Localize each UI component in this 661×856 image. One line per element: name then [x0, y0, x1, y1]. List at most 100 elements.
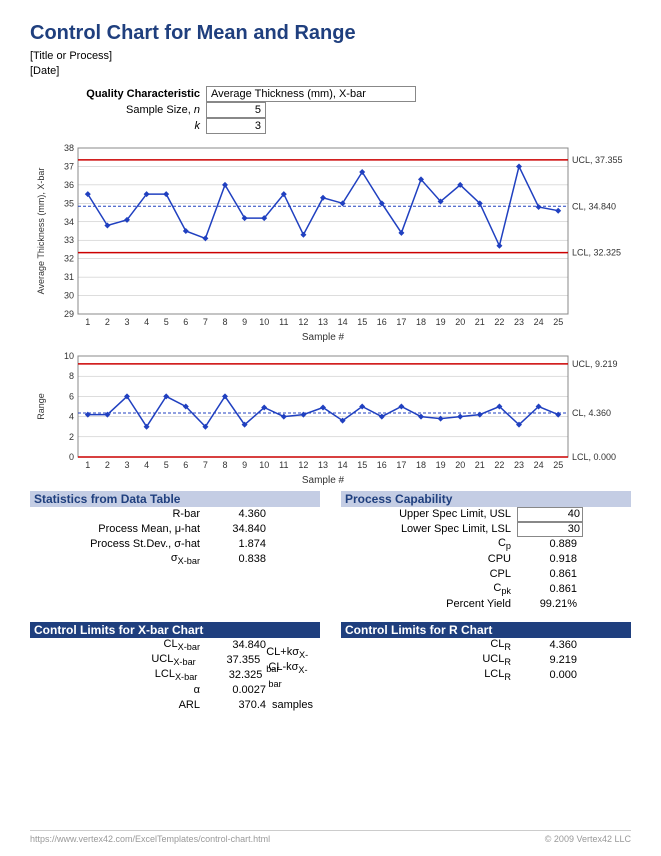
- n-input[interactable]: 5: [206, 102, 266, 118]
- svg-text:24: 24: [534, 460, 544, 470]
- svg-text:25: 25: [553, 317, 563, 327]
- svg-text:22: 22: [494, 460, 504, 470]
- svg-text:7: 7: [203, 460, 208, 470]
- stat-row: CLR4.360: [341, 638, 631, 653]
- svg-text:13: 13: [318, 460, 328, 470]
- stat-label: Lower Spec Limit, LSL: [341, 523, 517, 535]
- stat-label: R-bar: [30, 508, 206, 520]
- svg-text:23: 23: [514, 460, 524, 470]
- svg-text:18: 18: [416, 317, 426, 327]
- meta-block: [Title or Process] [Date]: [30, 49, 631, 80]
- svg-text:10: 10: [259, 317, 269, 327]
- stat-extra: samples: [266, 699, 313, 711]
- stat-row: CPU0.918: [341, 552, 631, 567]
- stat-label: ARL: [30, 699, 206, 711]
- svg-text:20: 20: [455, 460, 465, 470]
- svg-text:22: 22: [494, 317, 504, 327]
- input-table: Quality Characteristic Average Thickness…: [50, 86, 631, 134]
- svg-text:6: 6: [183, 460, 188, 470]
- footer: https://www.vertex42.com/ExcelTemplates/…: [30, 830, 631, 844]
- stat-value: 370.4: [206, 699, 266, 711]
- svg-text:6: 6: [69, 391, 74, 401]
- svg-text:17: 17: [396, 460, 406, 470]
- stat-value: 9.219: [517, 654, 577, 666]
- svg-text:Sample #: Sample #: [302, 475, 345, 485]
- svg-text:14: 14: [338, 317, 348, 327]
- svg-text:CL, 34.840: CL, 34.840: [572, 201, 616, 211]
- stat-row: Percent Yield99.21%: [341, 597, 631, 612]
- svg-text:CL, 4.360: CL, 4.360: [572, 408, 611, 418]
- stat-label: Process Mean, μ-hat: [30, 523, 206, 535]
- r-limits-header: Control Limits for R Chart: [341, 622, 631, 638]
- xbar-limits-header: Control Limits for X-bar Chart: [30, 622, 320, 638]
- svg-text:4: 4: [144, 460, 149, 470]
- stat-row: LCLR0.000: [341, 668, 631, 683]
- stat-label: CPL: [341, 568, 517, 580]
- svg-text:LCL, 0.000: LCL, 0.000: [572, 452, 616, 462]
- svg-text:19: 19: [436, 460, 446, 470]
- stat-extra: CL-kσX-bar: [262, 661, 320, 689]
- svg-text:24: 24: [534, 317, 544, 327]
- svg-text:33: 33: [64, 235, 74, 245]
- qc-input[interactable]: Average Thickness (mm), X-bar: [206, 86, 416, 102]
- n-label: Sample Size, n: [50, 104, 206, 116]
- stat-label: σX-bar: [30, 552, 206, 566]
- svg-text:3: 3: [124, 317, 129, 327]
- stat-row: Cp0.889: [341, 537, 631, 552]
- stat-value: 0.838: [206, 553, 266, 565]
- stat-label: Percent Yield: [341, 598, 517, 610]
- svg-text:16: 16: [377, 460, 387, 470]
- stat-value: 4.360: [206, 508, 266, 520]
- qc-label: Quality Characteristic: [50, 88, 206, 100]
- svg-text:5: 5: [164, 317, 169, 327]
- svg-text:2: 2: [69, 432, 74, 442]
- xbar-chart: 2930313233343536373812345678910111213141…: [30, 142, 631, 342]
- stat-row: σX-bar0.838: [30, 552, 320, 567]
- stat-value: 1.874: [206, 538, 266, 550]
- k-input[interactable]: 3: [206, 118, 266, 134]
- stat-value: 32.325: [203, 669, 262, 681]
- stat-row: Process St.Dev., σ-hat1.874: [30, 537, 320, 552]
- svg-text:14: 14: [338, 460, 348, 470]
- svg-text:3: 3: [124, 460, 129, 470]
- stat-value: 0.861: [517, 583, 577, 595]
- svg-text:1: 1: [85, 460, 90, 470]
- svg-text:8: 8: [222, 317, 227, 327]
- footer-url: https://www.vertex42.com/ExcelTemplates/…: [30, 834, 270, 844]
- stat-label: UCLR: [341, 653, 517, 667]
- stat-label: LCLR: [341, 668, 517, 682]
- stat-row: Upper Spec Limit, USL40: [341, 507, 631, 522]
- stat-label: CLX-bar: [30, 638, 206, 652]
- svg-text:2: 2: [105, 317, 110, 327]
- stat-value: 34.840: [206, 523, 266, 535]
- svg-text:20: 20: [455, 317, 465, 327]
- svg-text:25: 25: [553, 460, 563, 470]
- page-title: Control Chart for Mean and Range: [30, 22, 631, 45]
- svg-text:18: 18: [416, 460, 426, 470]
- k-label: k: [50, 120, 206, 132]
- svg-text:10: 10: [259, 460, 269, 470]
- svg-text:31: 31: [64, 272, 74, 282]
- svg-text:Sample #: Sample #: [302, 332, 345, 342]
- svg-text:29: 29: [64, 309, 74, 319]
- svg-text:8: 8: [69, 371, 74, 381]
- svg-text:32: 32: [64, 253, 74, 263]
- svg-text:0: 0: [69, 452, 74, 462]
- stat-value: 34.840: [206, 639, 266, 651]
- stat-row: Process Mean, μ-hat34.840: [30, 522, 320, 537]
- stat-value[interactable]: 30: [517, 522, 583, 537]
- meta-title: [Title or Process]: [30, 49, 631, 64]
- stat-value[interactable]: 40: [517, 507, 583, 522]
- stat-value: 99.21%: [517, 598, 577, 610]
- svg-text:9: 9: [242, 317, 247, 327]
- svg-text:21: 21: [475, 460, 485, 470]
- stat-label: LCLX-bar: [30, 668, 203, 682]
- stat-label: Upper Spec Limit, USL: [341, 508, 517, 520]
- stat-value: 0.889: [517, 538, 577, 550]
- stat-row: UCLR9.219: [341, 653, 631, 668]
- stat-label: CLR: [341, 638, 517, 652]
- svg-text:5: 5: [164, 460, 169, 470]
- stat-row: Cpk0.861: [341, 582, 631, 597]
- stat-row: Lower Spec Limit, LSL30: [341, 522, 631, 537]
- stat-row: CPL0.861: [341, 567, 631, 582]
